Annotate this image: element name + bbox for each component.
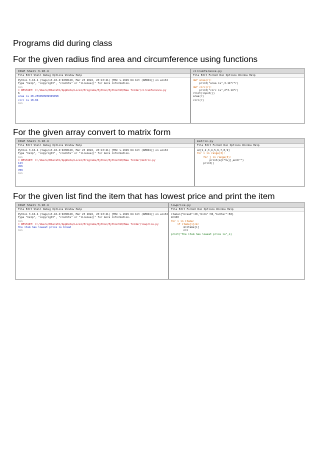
shell-window: IDLE Shell 3.10.4 File Edit Shell Debug … [16, 69, 190, 123]
shell-window: IDLE Shell 3.10.4 File Edit Shell Debug … [16, 139, 194, 186]
code-line: print() [197, 162, 215, 166]
shell-prompt: >>> [18, 229, 23, 233]
shell-prompt: >>> [18, 172, 23, 176]
code-line: print("the item has lowest price is",n) [171, 232, 232, 236]
editor-window: matrix.py File Edit Format Run Options W… [195, 139, 304, 186]
shell-window: IDLE Shell 3.10.4 File Edit Shell Debug … [16, 203, 168, 279]
screenshot-lowest-price: IDLE Shell 3.10.4 File Edit Shell Debug … [15, 202, 305, 280]
code-line: circ(r) [193, 98, 204, 102]
section-heading-1: For the given radius find area and circu… [13, 54, 258, 64]
section-heading-2: For the given array convert to matrix fo… [13, 127, 171, 137]
screenshot-matrix: IDLE Shell 3.10.4 File Edit Shell Debug … [15, 138, 305, 187]
screenshot-circumference: IDLE Shell 3.10.4 File Edit Shell Debug … [15, 68, 305, 124]
editor-window: circumference.py File Edit Format Run Op… [191, 69, 304, 123]
page-title: Programs did during class [13, 38, 113, 48]
section-heading-3: For the given list find the item that ha… [13, 191, 275, 201]
shell-prompt: >>> [18, 102, 23, 106]
editor-window: lowprice.py File Edit Format Run Options… [169, 203, 304, 279]
shell-restart-line: = RESTART: C:/Users/Bharath/AppData/Loca… [18, 88, 167, 92]
